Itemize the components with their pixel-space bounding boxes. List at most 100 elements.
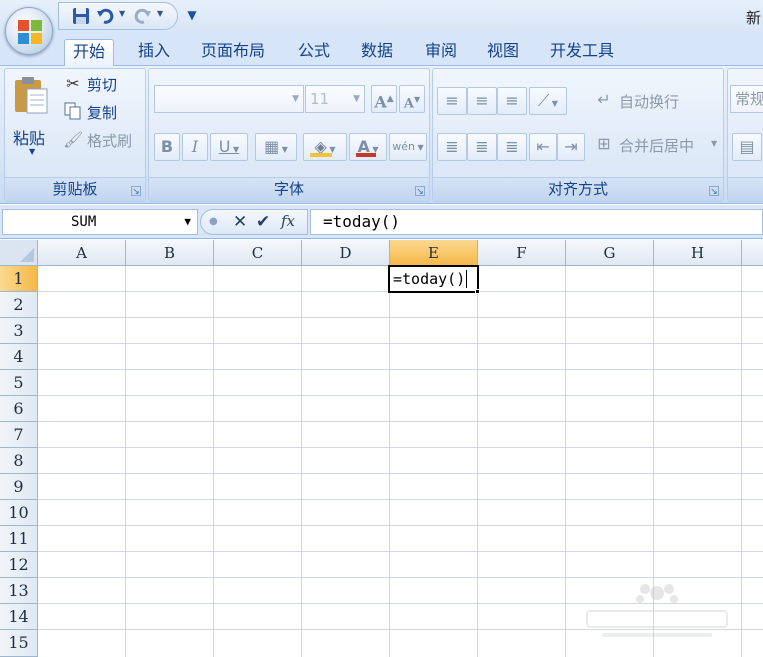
row-header-15[interactable]: 15	[0, 630, 38, 657]
row-header-2[interactable]: 2	[0, 292, 38, 318]
office-button[interactable]	[5, 7, 53, 55]
window-title: 新	[746, 9, 762, 27]
name-box[interactable]: SUM ▼	[2, 209, 198, 235]
column-header-e[interactable]: E	[390, 240, 478, 266]
italic-button[interactable]: I	[182, 133, 208, 161]
gridline	[38, 343, 763, 344]
font-color-button[interactable]: A ▼	[349, 133, 387, 161]
gridline	[38, 369, 763, 370]
clipboard-launcher-icon[interactable]: ↘	[131, 186, 141, 197]
row-header-7[interactable]: 7	[0, 422, 38, 448]
cancel-icon[interactable]: ✕	[233, 212, 247, 232]
row-header-5[interactable]: 5	[0, 370, 38, 396]
number-format-combo[interactable]: 常规	[730, 85, 763, 113]
increase-indent-icon[interactable]: ⇥	[557, 133, 585, 161]
undo-dropdown-icon[interactable]: ▼	[119, 9, 125, 18]
row-header-4[interactable]: 4	[0, 344, 38, 370]
active-cell-e1[interactable]: =today()​	[388, 265, 479, 293]
column-header-a[interactable]: A	[38, 240, 126, 266]
number-group-label	[728, 177, 763, 201]
column-header-f[interactable]: F	[478, 240, 566, 266]
wrap-text-button[interactable]: 自动换行	[619, 91, 679, 112]
alignment-group: ≡ ≡ ≡ ⟋ ▼ ≣ ≣ ≣ ⇤ ⇥ ↵ 自动换行 ⊞ 合并后居中 ▼ 对齐方…	[432, 68, 724, 202]
tab-data[interactable]: 数据	[353, 39, 401, 66]
tab-page-layout[interactable]: 页面布局	[193, 39, 273, 66]
column-header-h[interactable]: H	[654, 240, 742, 266]
row-header-3[interactable]: 3	[0, 318, 38, 344]
paste-icon[interactable]	[13, 75, 49, 115]
row-header-6[interactable]: 6	[0, 396, 38, 422]
font-launcher-icon[interactable]: ↘	[415, 186, 425, 197]
tab-home[interactable]: 开始	[64, 39, 115, 67]
phonetic-button[interactable]: wén ▼	[389, 133, 427, 161]
grow-font-button[interactable]: A▲	[371, 85, 397, 113]
formula-input[interactable]: =today()	[310, 209, 763, 235]
orientation-icon[interactable]: ⟋ ▼	[529, 87, 567, 115]
column-header-g[interactable]: G	[566, 240, 654, 266]
column-header-b[interactable]: B	[126, 240, 214, 266]
align-middle-icon[interactable]: ≡	[467, 87, 497, 115]
alignment-launcher-icon[interactable]: ↘	[709, 186, 719, 197]
column-header-c[interactable]: C	[214, 240, 302, 266]
worksheet-grid[interactable]: A B C D E F G H 1 2 3 4 5 6 7 8 9 10 11 …	[0, 240, 763, 657]
merge-dropdown-icon[interactable]: ▼	[711, 139, 717, 148]
select-all-button[interactable]	[0, 240, 38, 266]
tab-developer[interactable]: 开发工具	[542, 39, 622, 66]
column-header-partial[interactable]	[742, 240, 763, 266]
row-header-13[interactable]: 13	[0, 578, 38, 604]
row-header-12[interactable]: 12	[0, 552, 38, 578]
font-size-combo[interactable]: 11 ▼	[305, 85, 365, 113]
save-icon[interactable]	[71, 7, 91, 25]
format-painter-button[interactable]: 格式刷	[87, 130, 132, 151]
gridline	[38, 551, 763, 552]
align-center-icon[interactable]: ≣	[467, 133, 497, 161]
font-name-combo[interactable]: ▼	[154, 85, 304, 113]
fill-handle[interactable]	[475, 289, 480, 294]
align-top-icon[interactable]: ≡	[437, 87, 467, 115]
watermark-paw-icon	[586, 584, 728, 637]
underline-button[interactable]: U ▼	[210, 133, 248, 161]
fill-color-button[interactable]: ◈ ▼	[303, 133, 347, 161]
row-header-1[interactable]: 1	[0, 266, 38, 292]
row-header-8[interactable]: 8	[0, 448, 38, 474]
font-color-swatch	[356, 153, 376, 157]
tab-view[interactable]: 视图	[479, 39, 527, 66]
shrink-font-button[interactable]: A▼	[399, 85, 425, 113]
gridline	[38, 421, 763, 422]
customize-icon[interactable]: ▼	[182, 6, 202, 24]
align-right-icon[interactable]: ≣	[497, 133, 527, 161]
name-box-dropdown-icon[interactable]: ▼	[184, 210, 191, 234]
borders-button[interactable]: ▦ ▼	[255, 133, 297, 161]
bold-button[interactable]: B	[154, 133, 180, 161]
decrease-indent-icon[interactable]: ⇤	[529, 133, 557, 161]
gridline	[125, 266, 126, 657]
gridline	[38, 525, 763, 526]
fill-color-swatch	[310, 153, 332, 157]
row-header-9[interactable]: 9	[0, 474, 38, 500]
align-bottom-icon[interactable]: ≡	[497, 87, 527, 115]
insert-function-icon[interactable]: fx	[281, 212, 295, 230]
undo-icon[interactable]	[95, 7, 115, 25]
redo-dropdown-icon[interactable]: ▼	[157, 9, 163, 18]
row-header-10[interactable]: 10	[0, 500, 38, 526]
format-painter-icon: 🖌	[63, 130, 84, 149]
redo-icon[interactable]	[133, 7, 153, 25]
gridline	[741, 266, 742, 657]
paste-dropdown-icon[interactable]: ▼	[29, 147, 35, 156]
tab-insert[interactable]: 插入	[130, 39, 178, 66]
text-cursor: ​	[466, 270, 468, 288]
enter-icon[interactable]: ✔	[256, 212, 270, 232]
column-header-d[interactable]: D	[302, 240, 390, 266]
wrap-text-icon: ↵	[597, 90, 611, 109]
row-header-14[interactable]: 14	[0, 604, 38, 630]
paste-button[interactable]: 粘贴	[13, 125, 45, 149]
align-left-icon[interactable]: ≣	[437, 133, 467, 161]
tab-formulas[interactable]: 公式	[290, 39, 338, 66]
tab-review[interactable]: 审阅	[417, 39, 465, 66]
currency-icon[interactable]: ▤	[732, 133, 762, 161]
gridline	[38, 473, 763, 474]
row-header-11[interactable]: 11	[0, 526, 38, 552]
copy-button[interactable]: 复制	[87, 102, 117, 123]
merge-center-button[interactable]: 合并后居中	[619, 135, 694, 156]
cut-button[interactable]: 剪切	[87, 74, 117, 95]
